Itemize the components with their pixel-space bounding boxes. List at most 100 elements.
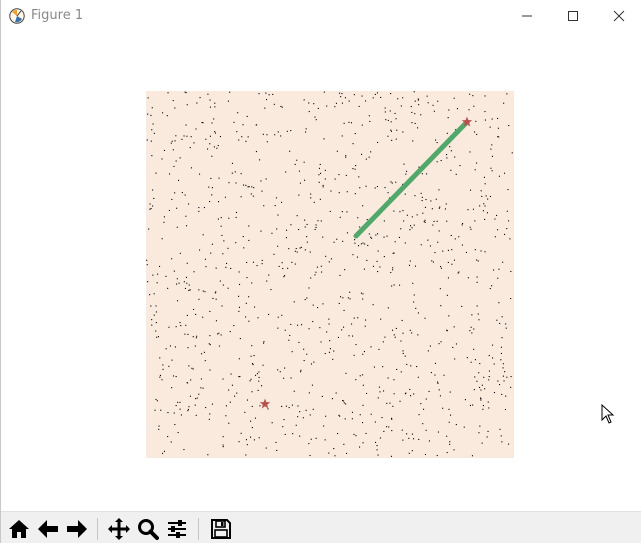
obstacle-dot — [345, 174, 347, 176]
obstacle-dot — [434, 252, 436, 254]
obstacle-dot — [359, 187, 361, 189]
obstacle-dot — [153, 197, 155, 199]
obstacle-dot — [173, 165, 175, 167]
obstacle-dot — [426, 95, 428, 97]
forward-button[interactable] — [64, 516, 90, 542]
obstacle-dot — [268, 94, 270, 96]
save-icon — [211, 519, 231, 539]
obstacle-dot — [285, 237, 287, 239]
obstacle-dot — [208, 343, 210, 345]
obstacle-dot — [449, 441, 451, 443]
obstacle-dot — [340, 96, 342, 98]
obstacle-dot — [152, 205, 154, 207]
obstacle-dot — [217, 333, 219, 335]
obstacle-dot — [426, 173, 428, 175]
obstacle-dot — [473, 328, 475, 330]
obstacle-dot — [223, 240, 225, 242]
obstacle-dot — [298, 229, 300, 231]
home-button[interactable] — [6, 516, 32, 542]
obstacle-dot — [183, 449, 185, 451]
obstacle-dot — [187, 333, 189, 335]
obstacle-dot — [336, 238, 338, 240]
obstacle-dot — [263, 341, 265, 343]
obstacle-dot — [320, 265, 322, 267]
obstacle-dot — [317, 107, 319, 109]
plot-axes[interactable] — [146, 91, 514, 458]
obstacle-dot — [278, 265, 280, 267]
obstacle-dot — [383, 256, 385, 258]
obstacle-dot — [484, 205, 486, 207]
obstacle-dot — [390, 129, 392, 131]
obstacle-dot — [199, 173, 201, 175]
obstacle-dot — [255, 374, 257, 376]
obstacle-dot — [222, 436, 224, 438]
obstacle-dot — [433, 220, 435, 222]
obstacle-dot — [238, 441, 240, 443]
obstacle-dot — [258, 376, 260, 378]
obstacle-dot — [411, 433, 413, 435]
obstacle-dot — [186, 314, 188, 316]
obstacle-dot — [280, 135, 282, 137]
zoom-button[interactable] — [135, 516, 161, 542]
obstacle-dot — [362, 293, 364, 295]
obstacle-dot — [247, 136, 249, 138]
obstacle-dot — [461, 224, 463, 226]
pan-button[interactable] — [106, 516, 132, 542]
obstacle-dot — [374, 93, 376, 95]
obstacle-dot — [328, 318, 330, 320]
back-button[interactable] — [35, 516, 61, 542]
save-button[interactable] — [208, 516, 234, 542]
obstacle-dot — [455, 173, 457, 175]
obstacle-dot — [440, 160, 442, 162]
obstacle-dot — [344, 269, 346, 271]
title-bar[interactable]: Figure 1 — [1, 0, 641, 33]
obstacle-dot — [161, 158, 163, 160]
obstacle-dot — [403, 163, 405, 165]
obstacle-dot — [418, 414, 420, 416]
obstacle-dot — [393, 334, 395, 336]
obstacle-dot — [253, 187, 255, 189]
obstacle-dot — [411, 450, 413, 452]
obstacle-dot — [359, 375, 361, 377]
obstacle-dot — [156, 282, 158, 284]
obstacle-dot — [356, 256, 358, 258]
obstacle-dot — [304, 226, 306, 228]
obstacle-dot — [152, 123, 154, 125]
figure-canvas[interactable] — [1, 33, 641, 511]
configure-subplots-button[interactable] — [164, 516, 190, 542]
minimize-button[interactable] — [504, 0, 550, 32]
obstacle-dot — [196, 335, 198, 337]
obstacle-dot — [183, 281, 185, 283]
obstacle-dot — [478, 319, 480, 321]
obstacle-dot — [266, 141, 268, 143]
obstacle-dot — [268, 274, 270, 276]
obstacle-dot — [207, 148, 209, 150]
toolbar-separator — [97, 518, 98, 540]
obstacle-dot — [178, 282, 180, 284]
obstacle-dot — [353, 433, 355, 435]
obstacle-dot — [476, 259, 478, 261]
maximize-button[interactable] — [550, 0, 596, 32]
obstacle-dot — [258, 93, 260, 95]
obstacle-dot — [227, 287, 229, 289]
obstacle-dot — [413, 301, 415, 303]
obstacle-dot — [193, 271, 195, 273]
obstacle-dot — [163, 221, 165, 223]
obstacle-dot — [230, 267, 232, 269]
obstacle-dot — [473, 389, 475, 391]
obstacle-dot — [195, 128, 197, 130]
obstacle-dot — [425, 199, 427, 201]
obstacle-dot — [199, 97, 201, 99]
obstacle-dot — [492, 357, 494, 359]
close-button[interactable] — [596, 0, 641, 32]
obstacle-dot — [430, 200, 432, 202]
obstacle-dot — [245, 140, 247, 142]
obstacle-dot — [284, 367, 286, 369]
obstacle-dot — [265, 92, 267, 94]
obstacle-dot — [303, 360, 305, 362]
obstacle-dot — [409, 229, 411, 231]
obstacle-dot — [189, 289, 191, 291]
obstacle-dot — [354, 242, 356, 244]
obstacle-dot — [185, 92, 187, 94]
obstacle-dot — [468, 109, 470, 111]
